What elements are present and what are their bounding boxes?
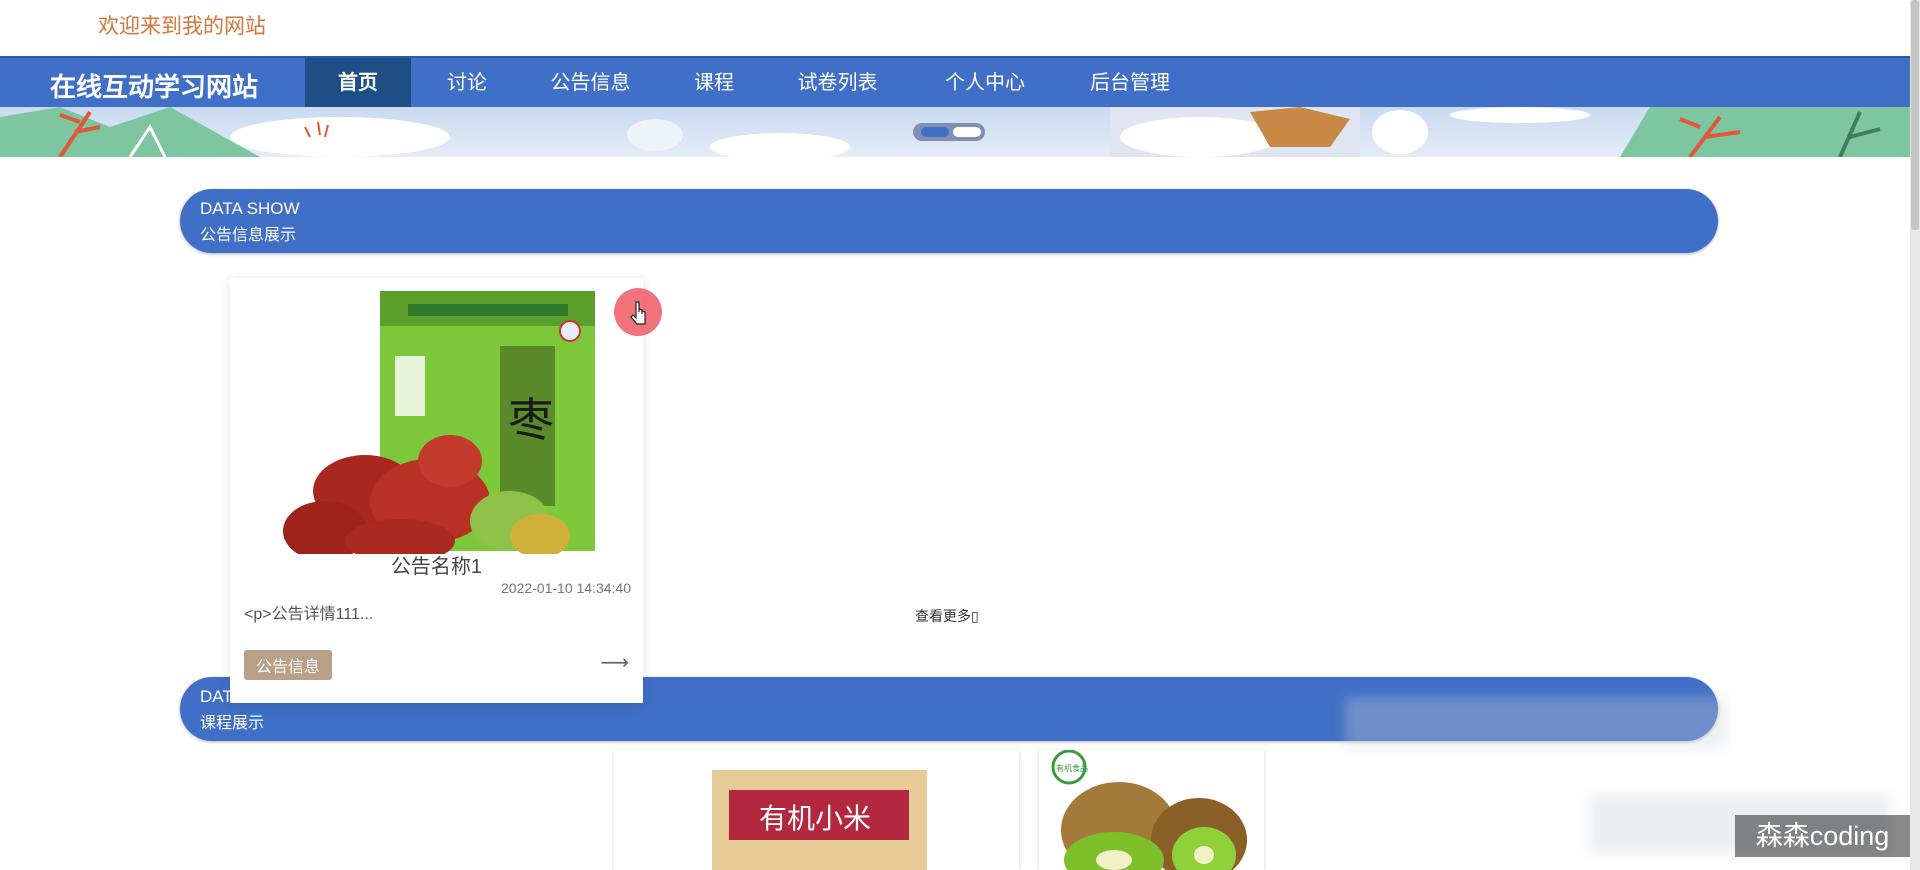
main-navbar: 在线互动学习网站 首页 讨论 公告信息 课程 试卷列表 个人中心 后台管理 [0, 56, 1910, 109]
notice-description: <p>公告详情111... [244, 606, 374, 623]
notice-title[interactable]: 公告名称1 [230, 550, 643, 579]
page-scrollbar[interactable] [1910, 0, 1920, 870]
section-title-cn: 课程展示 [200, 715, 265, 732]
nav-home[interactable]: 首页 [305, 58, 411, 109]
blur-overlay [1345, 697, 1725, 747]
arrow-right-icon[interactable]: ⟶ [600, 650, 629, 675]
notice-date: 2022-01-10 14:34:40 [501, 580, 631, 596]
carousel-dot-active[interactable] [921, 127, 949, 137]
notice-category-tag[interactable]: 公告信息 [244, 650, 333, 680]
course-card[interactable]: 有机小米 [614, 750, 1019, 870]
cursor-highlight [614, 288, 662, 336]
section-header-notices: DATA SHOW 公告信息展示 [180, 189, 1718, 253]
nav-courses[interactable]: 课程 [658, 58, 770, 109]
nav-personal-center[interactable]: 个人中心 [915, 58, 1055, 109]
welcome-text: 欢迎来到我的网站 [98, 15, 266, 38]
nav-admin[interactable]: 后台管理 [1060, 58, 1200, 109]
course-image-text: 有机小米 [759, 802, 871, 835]
kiwi-course-image: 有机食品 [1051, 750, 1247, 870]
nav-exam-list[interactable]: 试卷列表 [770, 58, 905, 109]
nav-notices[interactable]: 公告信息 [523, 58, 658, 109]
view-more-link[interactable]: 查看更多▯ [915, 606, 979, 626]
watermark: 森森coding [1735, 815, 1910, 857]
organic-badge-text: 有机食品 [1056, 763, 1088, 773]
section-title-cn: 公告信息展示 [200, 227, 297, 244]
svg-text:枣: 枣 [508, 393, 554, 447]
banner-carousel[interactable] [0, 107, 1910, 157]
nav-discussion[interactable]: 讨论 [411, 58, 523, 109]
hand-pointer-icon [630, 301, 646, 325]
jujube-product-image: 枣 [283, 291, 595, 554]
scrollbar-thumb[interactable] [1911, 0, 1919, 230]
notice-image[interactable]: 枣 [280, 286, 615, 554]
carousel-indicators [913, 123, 985, 141]
notice-card[interactable]: 枣 公告名称1 2022-01-10 14:34:40 <p>公告详情111..… [230, 278, 643, 703]
section-subtitle-en: DATA SHOW [200, 199, 300, 218]
carousel-dot[interactable] [953, 127, 981, 137]
millet-course-image: 有机小米 [712, 770, 927, 870]
course-card[interactable]: 有机食品 [1039, 750, 1264, 870]
site-title[interactable]: 在线互动学习网站 [50, 67, 258, 104]
